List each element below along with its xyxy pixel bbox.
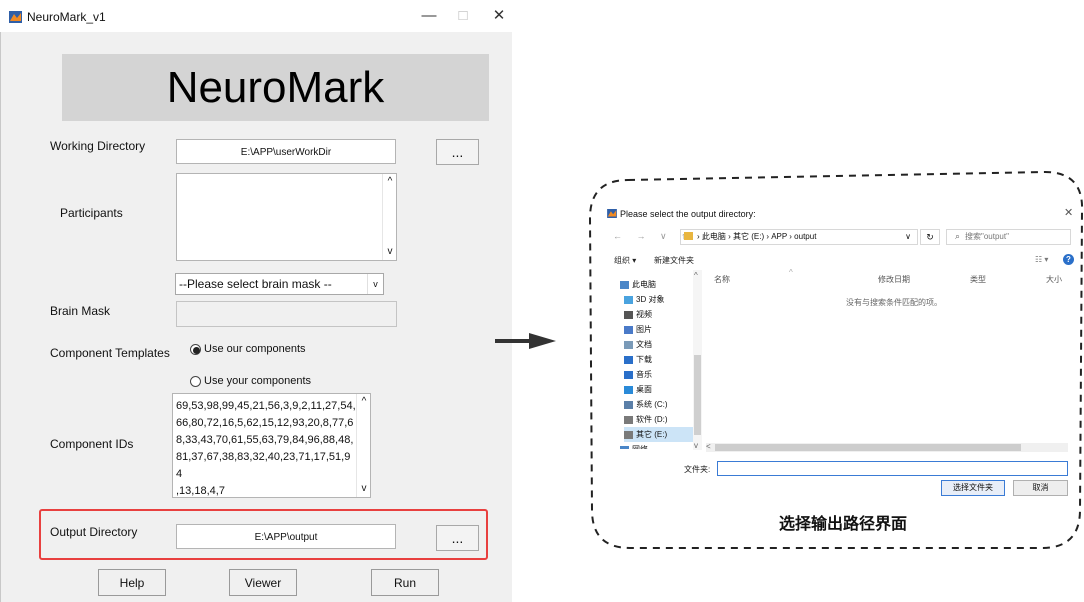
tree-item-downloads[interactable]: 下载 <box>624 352 694 367</box>
folder-icon <box>684 232 693 240</box>
drive-icon <box>624 415 633 424</box>
chevron-down-icon[interactable]: ∨ <box>905 230 911 244</box>
address-bar[interactable]: › 此电脑 › 其它 (E:) › APP › output ∨ <box>680 229 918 245</box>
select-folder-button[interactable]: 选择文件夹 <box>941 480 1005 496</box>
tree-item-label: 系统 (C:) <box>636 400 668 409</box>
tree-item-label: 视频 <box>636 310 652 319</box>
cancel-button[interactable]: 取消 <box>1013 480 1068 496</box>
matlab-icon <box>607 209 617 218</box>
tree-item-label: 此电脑 <box>632 280 656 289</box>
tree-item-label: 网络 <box>632 445 648 449</box>
tree-item-drive-e[interactable]: 其它 (E:) <box>624 427 694 442</box>
tree-item-documents[interactable]: 文档 <box>624 337 694 352</box>
tree-item-label: 下载 <box>636 355 652 364</box>
folder-input[interactable] <box>717 461 1068 476</box>
download-icon <box>624 355 633 364</box>
empty-message: 没有与搜索条件匹配的项。 <box>846 298 942 307</box>
folder-label: 文件夹: <box>684 465 711 474</box>
horizontal-scrollbar-thumb[interactable] <box>715 444 1021 451</box>
navigation-scrollbar-thumb[interactable] <box>694 355 701 435</box>
tree-item-label: 图片 <box>636 325 652 334</box>
scroll-left-icon[interactable]: < <box>706 442 711 451</box>
column-modified[interactable]: 修改日期 <box>878 274 910 285</box>
video-icon <box>624 310 633 319</box>
cube-icon <box>624 295 633 304</box>
breadcrumb: › 此电脑 › 其它 (E:) › APP › output <box>697 232 817 241</box>
tree-item-label: 其它 (E:) <box>636 430 668 439</box>
computer-icon <box>620 280 629 289</box>
tree-item-pictures[interactable]: 图片 <box>624 322 694 337</box>
tree-item-drive-c[interactable]: 系统 (C:) <box>624 397 694 412</box>
navigation-pane: 此电脑 3D 对象 视频 图片 文档 下载 音乐 桌面 系统 (C:) 软件 (… <box>606 268 703 452</box>
tree-item-label: 桌面 <box>636 385 652 394</box>
sort-up-icon: ^ <box>789 268 793 277</box>
music-icon <box>624 370 633 379</box>
refresh-button[interactable]: ↻ <box>920 229 940 245</box>
view-options-icon[interactable]: ☷ ▾ <box>1035 255 1048 264</box>
organize-menu[interactable]: 组织 ▾ <box>614 255 636 266</box>
column-size[interactable]: 大小 <box>1046 274 1062 285</box>
tree-item-videos[interactable]: 视频 <box>624 307 694 322</box>
column-name[interactable]: 名称 <box>714 274 730 285</box>
tree-item-network[interactable]: 网络 <box>620 442 694 449</box>
tree-item-this-pc[interactable]: 此电脑 <box>620 277 694 292</box>
search-input[interactable]: 搜索"output" <box>946 229 1071 245</box>
figure-caption: 选择输出路径界面 <box>778 514 907 533</box>
tree-item-label: 文档 <box>636 340 652 349</box>
new-folder-button[interactable]: 新建文件夹 <box>654 255 694 266</box>
help-icon[interactable]: ? <box>1063 254 1074 265</box>
tree-item-drive-d[interactable]: 软件 (D:) <box>624 412 694 427</box>
dialog-title: Please select the output directory: <box>620 209 756 219</box>
scroll-down-icon[interactable]: v <box>694 441 698 450</box>
column-type[interactable]: 类型 <box>970 274 986 285</box>
drive-icon <box>624 400 633 409</box>
tree-item-3d-objects[interactable]: 3D 对象 <box>624 292 694 307</box>
tree-list: 此电脑 3D 对象 视频 图片 文档 下载 音乐 桌面 系统 (C:) 软件 (… <box>620 277 694 449</box>
desktop-icon <box>624 385 633 394</box>
dialog-close-icon[interactable]: ✕ <box>1064 206 1073 219</box>
document-icon <box>624 340 633 349</box>
tree-item-label: 3D 对象 <box>636 295 665 304</box>
drive-icon <box>624 430 633 439</box>
network-icon <box>620 445 629 449</box>
tree-item-music[interactable]: 音乐 <box>624 367 694 382</box>
search-icon: ⌕ <box>955 231 961 241</box>
tree-item-desktop[interactable]: 桌面 <box>624 382 694 397</box>
tree-item-label: 软件 (D:) <box>636 415 668 424</box>
image-icon <box>624 325 633 334</box>
scroll-up-icon[interactable]: ^ <box>694 271 698 280</box>
tree-item-label: 音乐 <box>636 370 652 379</box>
